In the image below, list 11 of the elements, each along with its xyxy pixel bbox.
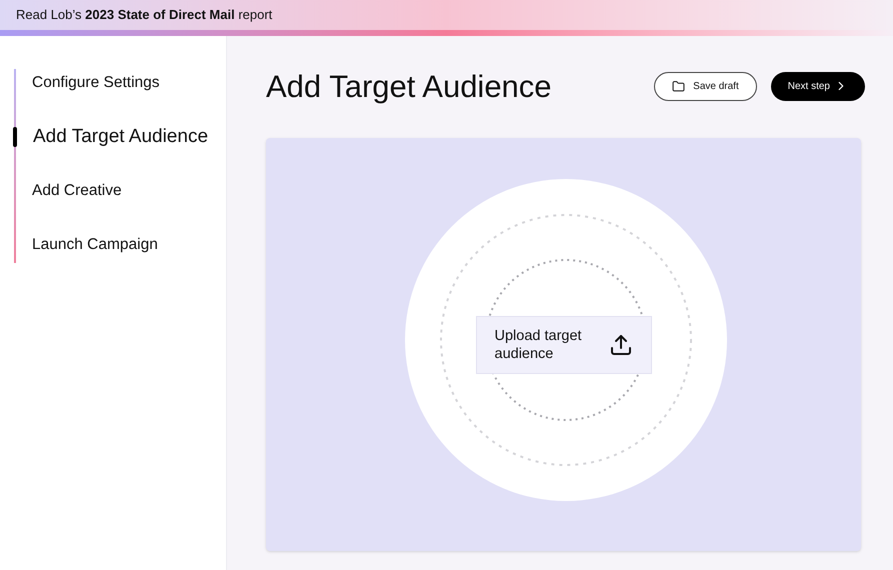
- banner-link[interactable]: Read Lob’s 2023 State of Direct Mail report: [16, 5, 272, 25]
- upload-icon: [608, 332, 632, 356]
- save-draft-button[interactable]: Save draft: [654, 72, 757, 100]
- step-link[interactable]: Add Creative: [32, 179, 122, 203]
- page-title: Add Target Audience: [266, 70, 552, 102]
- upload-button[interactable]: Upload target audience: [476, 316, 652, 374]
- next-step-button[interactable]: Next step: [770, 72, 865, 100]
- step-link[interactable]: Launch Campaign: [32, 233, 158, 257]
- folder-icon: [672, 80, 686, 92]
- step-link[interactable]: Configure Settings: [32, 71, 160, 95]
- step-link[interactable]: Add Target Audience: [33, 122, 208, 152]
